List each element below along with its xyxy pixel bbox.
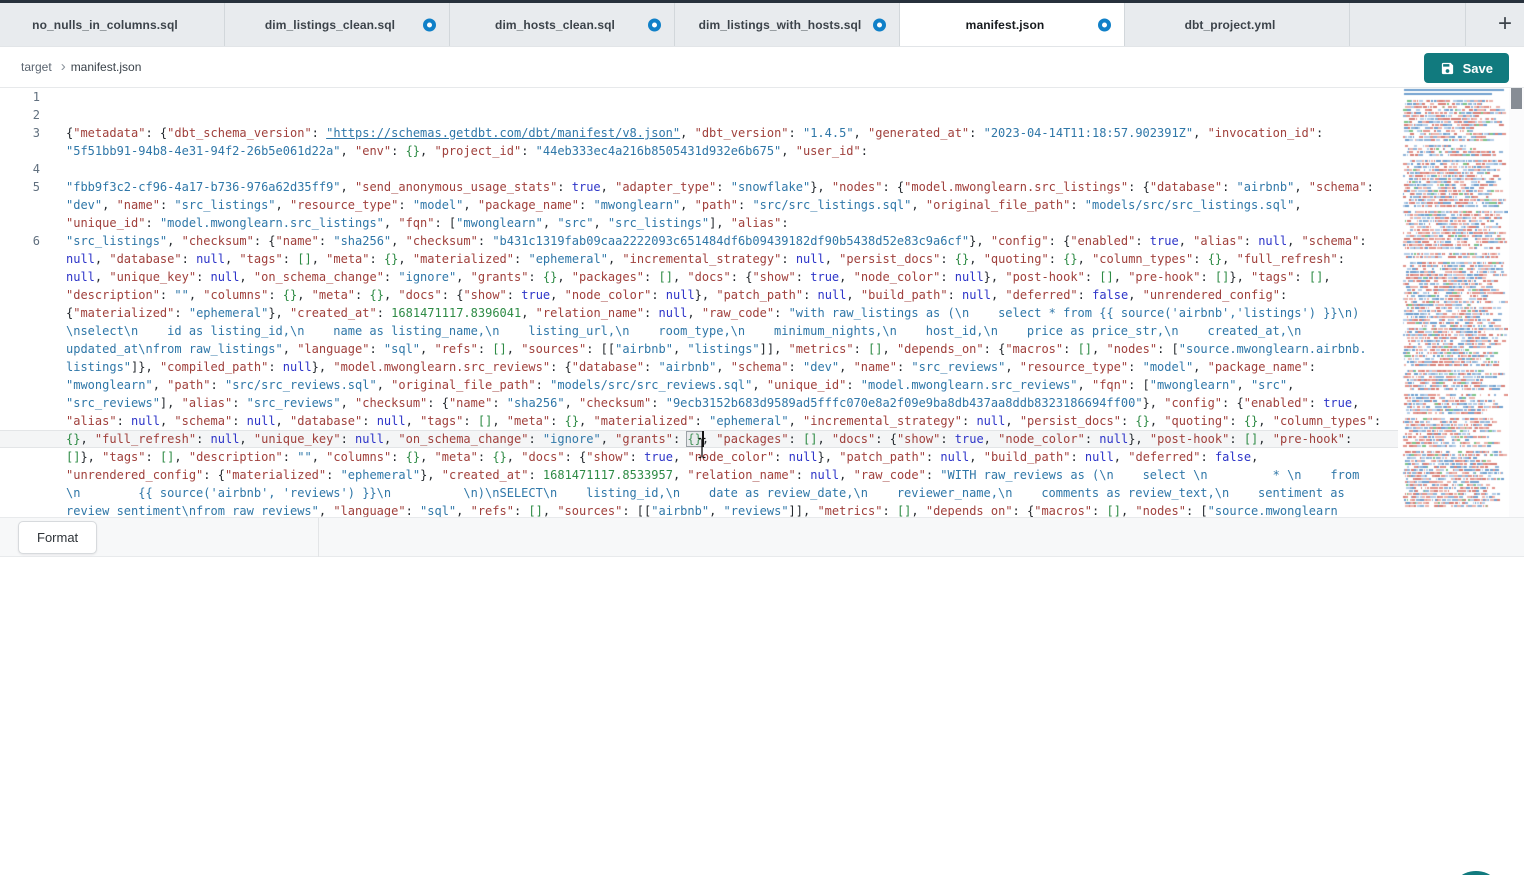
ide-window: no_nulls_in_columns.sql dim_listings_clea… [0, 0, 1524, 875]
tab-label: dim_listings_with_hosts.sql [687, 18, 888, 32]
line-number: 6 [0, 232, 40, 250]
code-line[interactable]: "alias": null, "schema": null, "database… [0, 412, 1398, 430]
breadcrumb-bar: target › manifest.json Save [0, 47, 1524, 88]
code-line[interactable]: "description": "", "columns": {}, "meta"… [0, 286, 1398, 304]
code-line-text: "5f51bb91-94b8-4e31-94f2-26b5e061d22a", … [66, 144, 868, 158]
code-line-text: \nselect\n id as listing_id,\n name as l… [66, 324, 1301, 338]
breadcrumb-folder[interactable]: target [21, 60, 52, 74]
editor-scrollbar[interactable] [1509, 88, 1524, 517]
line-number: 4 [0, 160, 40, 178]
code-line-text: []}, "tags": [], "description": "", "col… [66, 450, 1258, 464]
code-line[interactable]: null, "unique_key": null, "on_schema_cha… [0, 268, 1398, 286]
code-line-text: {}, "full_refresh": null, "unique_key": … [66, 432, 1352, 446]
code-rows: 123 {"metadata": {"dbt_schema_version": "… [0, 88, 1398, 517]
line-number: 1 [0, 88, 40, 106]
results-pane [0, 557, 1524, 875]
tab-bar: no_nulls_in_columns.sql dim_listings_clea… [0, 3, 1524, 47]
code-line-text: null, "unique_key": null, "on_schema_cha… [66, 270, 1331, 284]
format-button[interactable]: Format [18, 521, 97, 554]
save-button-label: Save [1463, 61, 1493, 76]
code-line-text: "unrendered_config": {"materialized": "e… [66, 468, 1359, 482]
code-editor[interactable]: 123 {"metadata": {"dbt_schema_version": "… [0, 88, 1524, 517]
tab-no_nulls_in_columns.sql[interactable]: no_nulls_in_columns.sql [0, 3, 225, 46]
code-line[interactable]: "dev", "name": "src_listings", "resource… [0, 196, 1398, 214]
code-line[interactable]: review_sentiment\nfrom raw_reviews", "la… [0, 502, 1398, 517]
code-line-text: review_sentiment\nfrom raw_reviews", "la… [66, 504, 1338, 517]
code-line[interactable]: []}, "tags": [], "description": "", "col… [0, 448, 1398, 466]
format-bar: Format [0, 517, 1524, 557]
code-line[interactable]: \n {{ source('airbnb', 'reviews') }}\n \… [0, 484, 1398, 502]
line-number: 3 [0, 124, 40, 142]
code-line-text: "alias": null, "schema": null, "database… [66, 414, 1381, 428]
tab-label: manifest.json [954, 18, 1071, 32]
code-line[interactable]: 1 [0, 88, 1398, 106]
code-line[interactable]: 6 "src_listings", "checksum": {"name": "s… [0, 232, 1398, 250]
save-icon [1440, 61, 1455, 76]
code-line-text: {"materialized": "ephemeral"}, "created_… [66, 306, 1359, 320]
code-line[interactable]: "unique_id": "model.mwonglearn.src_listi… [0, 214, 1398, 232]
modified-indicator-icon [423, 18, 436, 31]
code-line[interactable]: null, "database": null, "tags": [], "met… [0, 250, 1398, 268]
code-line[interactable]: "unrendered_config": {"materialized": "e… [0, 466, 1398, 484]
tab-label: dim_listings_clean.sql [253, 18, 421, 32]
tab-manifest.json[interactable]: manifest.json [900, 3, 1125, 46]
code-line-text: "mwonglearn", "path": "src/src_reviews.s… [66, 378, 1294, 392]
code-line-text: "dev", "name": "src_listings", "resource… [66, 198, 1302, 212]
pane-divider [318, 518, 319, 557]
modified-indicator-icon [1098, 18, 1111, 31]
code-line-text: "src_listings", "checksum": {"name": "sh… [66, 234, 1367, 248]
code-line[interactable]: 2 [0, 106, 1398, 124]
code-line[interactable]: "5f51bb91-94b8-4e31-94f2-26b5e061d22a", … [0, 142, 1398, 160]
code-line[interactable]: "mwonglearn", "path": "src/src_reviews.s… [0, 376, 1398, 394]
code-line-text: null, "database": null, "tags": [], "met… [66, 252, 1345, 266]
chevron-right-icon: › [61, 58, 66, 75]
code-line[interactable]: updated_at\nfrom raw_listings", "languag… [0, 340, 1398, 358]
code-line-text: updated_at\nfrom raw_listings", "languag… [66, 342, 1367, 356]
code-line[interactable]: {"materialized": "ephemeral"}, "created_… [0, 304, 1398, 322]
tab-list: no_nulls_in_columns.sql dim_listings_clea… [0, 3, 1350, 46]
code-line-text: "src_reviews"], "alias": "src_reviews", … [66, 396, 1359, 410]
code-line-text: "unique_id": "model.mwonglearn.src_listi… [66, 216, 789, 230]
tab-bar-spacer [1350, 3, 1466, 46]
code-line-text: listings"]}, "compiled_path": null}, "mo… [66, 360, 1316, 374]
tab-label: no_nulls_in_columns.sql [20, 18, 204, 32]
code-line-text: "fbb9f3c2-cf96-4a17-b736-976a62d35ff9", … [66, 180, 1374, 194]
line-number: 5 [0, 178, 40, 196]
new-tab-button[interactable]: + [1488, 7, 1522, 41]
code-line[interactable]: "src_reviews"], "alias": "src_reviews", … [0, 394, 1398, 412]
scrollbar-thumb[interactable] [1511, 88, 1522, 109]
breadcrumb-file: manifest.json [71, 60, 142, 74]
code-line-text: \n {{ source('airbnb', 'reviews') }}\n \… [66, 486, 1345, 500]
modified-indicator-icon [873, 18, 886, 31]
code-line[interactable]: 3 {"metadata": {"dbt_schema_version": "ht… [0, 124, 1398, 142]
tab-dim_listings_clean.sql[interactable]: dim_listings_clean.sql [225, 3, 450, 46]
code-line-text: "description": "", "columns": {}, "meta"… [66, 288, 1287, 302]
tab-label: dbt_project.yml [1173, 18, 1302, 32]
code-line-text: {"metadata": {"dbt_schema_version": "htt… [66, 126, 1323, 140]
code-line[interactable]: 4 [0, 160, 1398, 178]
tab-dbt_project.yml[interactable]: dbt_project.yml [1125, 3, 1350, 46]
tab-label: dim_hosts_clean.sql [483, 18, 641, 32]
code-line[interactable]: \nselect\n id as listing_id,\n name as l… [0, 322, 1398, 340]
modified-indicator-icon [648, 18, 661, 31]
line-number: 2 [0, 106, 40, 124]
code-line[interactable]: listings"]}, "compiled_path": null}, "mo… [0, 358, 1398, 376]
save-button[interactable]: Save [1424, 53, 1509, 83]
code-line[interactable]: {}, "full_refresh": null, "unique_key": … [0, 430, 1398, 448]
tab-dim_hosts_clean.sql[interactable]: dim_hosts_clean.sql [450, 3, 675, 46]
tab-dim_listings_with_hosts.sql[interactable]: dim_listings_with_hosts.sql [675, 3, 900, 46]
code-line[interactable]: 5 "fbb9f3c2-cf96-4a17-b736-976a62d35ff9",… [0, 178, 1398, 196]
minimap[interactable] [1402, 88, 1508, 510]
